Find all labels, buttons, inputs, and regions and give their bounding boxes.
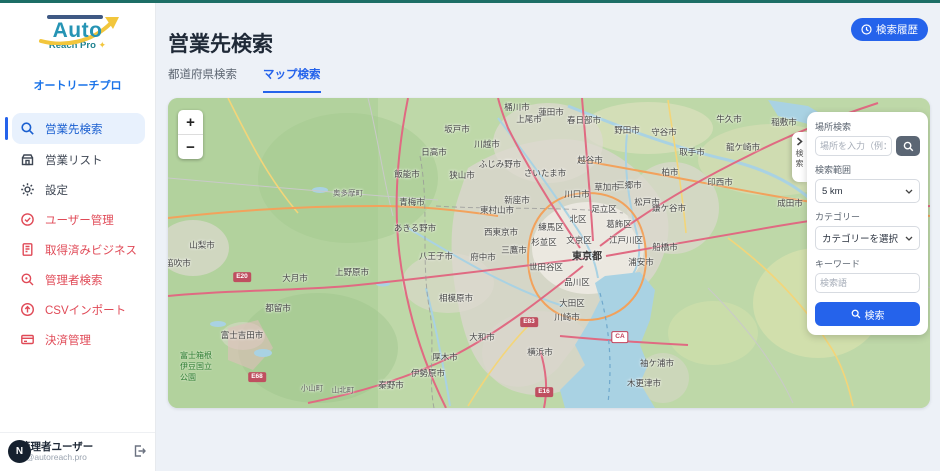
sidebar-item-label: CSVインポート (45, 302, 126, 318)
panel-collapse-handle[interactable]: 検索 (792, 132, 807, 182)
chevron-down-icon (905, 236, 913, 241)
upload-icon (20, 302, 35, 317)
sidebar-item-payment-management[interactable]: 決済管理 (12, 325, 145, 354)
search-icon (20, 121, 35, 136)
keyword-input[interactable] (815, 273, 920, 293)
sidebar-item-user-management[interactable]: ユーザー管理 (12, 205, 145, 234)
location-search-button[interactable] (896, 136, 920, 156)
sidebar-item-label: 営業先検索 (45, 121, 103, 137)
tab-prefecture-search[interactable]: 都道府県検索 (168, 66, 237, 93)
zoom-out-button[interactable]: − (178, 135, 203, 159)
logo-text-auto: Auto (53, 19, 103, 42)
search-icon (851, 309, 861, 319)
sidebar-item-sales-search[interactable]: 営業先検索 (12, 113, 145, 144)
sidebar-item-label: 決済管理 (45, 332, 91, 348)
category-value: カテゴリーを選択 (822, 231, 898, 245)
search-history-label: 検索履歴 (876, 22, 918, 37)
map-zoom-control: + − (178, 110, 203, 159)
sidebar-item-admin-search[interactable]: 管理者検索 (12, 265, 145, 294)
location-search-label: 場所検索 (815, 120, 920, 133)
user-block: 管理者ユーザー n@autoreach.pro N (0, 432, 155, 471)
user-check-icon (20, 212, 35, 227)
sidebar-item-label: 営業リスト (45, 152, 103, 168)
chevron-down-icon (905, 189, 913, 194)
panel-search-label: 検索 (865, 307, 885, 322)
range-label: 検索範囲 (815, 163, 920, 176)
top-accent-bar (0, 0, 940, 3)
gear-icon (20, 182, 35, 197)
storefront-icon (20, 152, 35, 167)
logout-icon[interactable] (132, 444, 146, 463)
page-title: 営業先検索 (168, 28, 273, 58)
avatar: N (8, 440, 31, 463)
sidebar: Auto Reach Pro ✦ オートリーチプロ 営業先検索 営業リスト (0, 3, 156, 471)
sidebar-menu: 営業先検索 営業リスト 設定 ユーザー管理 (0, 113, 155, 354)
sidebar-item-label: 取得済みビジネス一覧 (45, 242, 137, 258)
brand-logo: Auto Reach Pro ✦ (23, 13, 133, 69)
sidebar-item-sales-list[interactable]: 営業リスト (12, 145, 145, 174)
map-container[interactable]: 富士箱根伊豆国立公園 桶川市蓮田市上尾市春日部市野田市牛久市稲敷市守谷市坂戸市川… (168, 98, 930, 408)
search-icon (903, 141, 914, 152)
map-search-panel: 場所検索 検索範囲 5 km カテゴリー カテゴリーを選択 キーワード (807, 112, 928, 335)
sidebar-item-csv-import[interactable]: CSVインポート (12, 295, 145, 324)
tab-bar: 都道府県検索 マップ検索 (168, 66, 321, 93)
admin-search-icon (20, 272, 35, 287)
chevron-right-icon (796, 137, 803, 146)
panel-search-button[interactable]: 検索 (815, 302, 920, 326)
credit-card-icon (20, 332, 35, 347)
category-label: カテゴリー (815, 210, 920, 223)
category-select[interactable]: カテゴリーを選択 (815, 226, 920, 250)
range-value: 5 km (822, 186, 843, 197)
sidebar-item-label: 管理者検索 (45, 272, 103, 288)
location-input[interactable] (815, 136, 892, 156)
building-document-icon (20, 242, 35, 257)
app-window: Auto Reach Pro ✦ オートリーチプロ 営業先検索 営業リスト (0, 0, 940, 471)
range-select[interactable]: 5 km (815, 179, 920, 203)
zoom-in-button[interactable]: + (178, 110, 203, 134)
user-email: n@autoreach.pro (21, 452, 87, 462)
search-history-button[interactable]: 検索履歴 (851, 18, 928, 41)
sidebar-item-settings[interactable]: 設定 (12, 175, 145, 204)
sidebar-item-label: ユーザー管理 (45, 212, 114, 228)
tab-map-search[interactable]: マップ検索 (263, 66, 321, 93)
app-name: オートリーチプロ (0, 77, 155, 93)
keyword-label: キーワード (815, 257, 920, 270)
active-indicator-bar (5, 117, 8, 140)
handle-vertical-label: 検索 (796, 149, 804, 169)
clock-icon (861, 24, 872, 35)
sidebar-item-acquired-business-list[interactable]: 取得済みビジネス一覧 (12, 235, 145, 264)
sidebar-item-label: 設定 (45, 182, 68, 198)
